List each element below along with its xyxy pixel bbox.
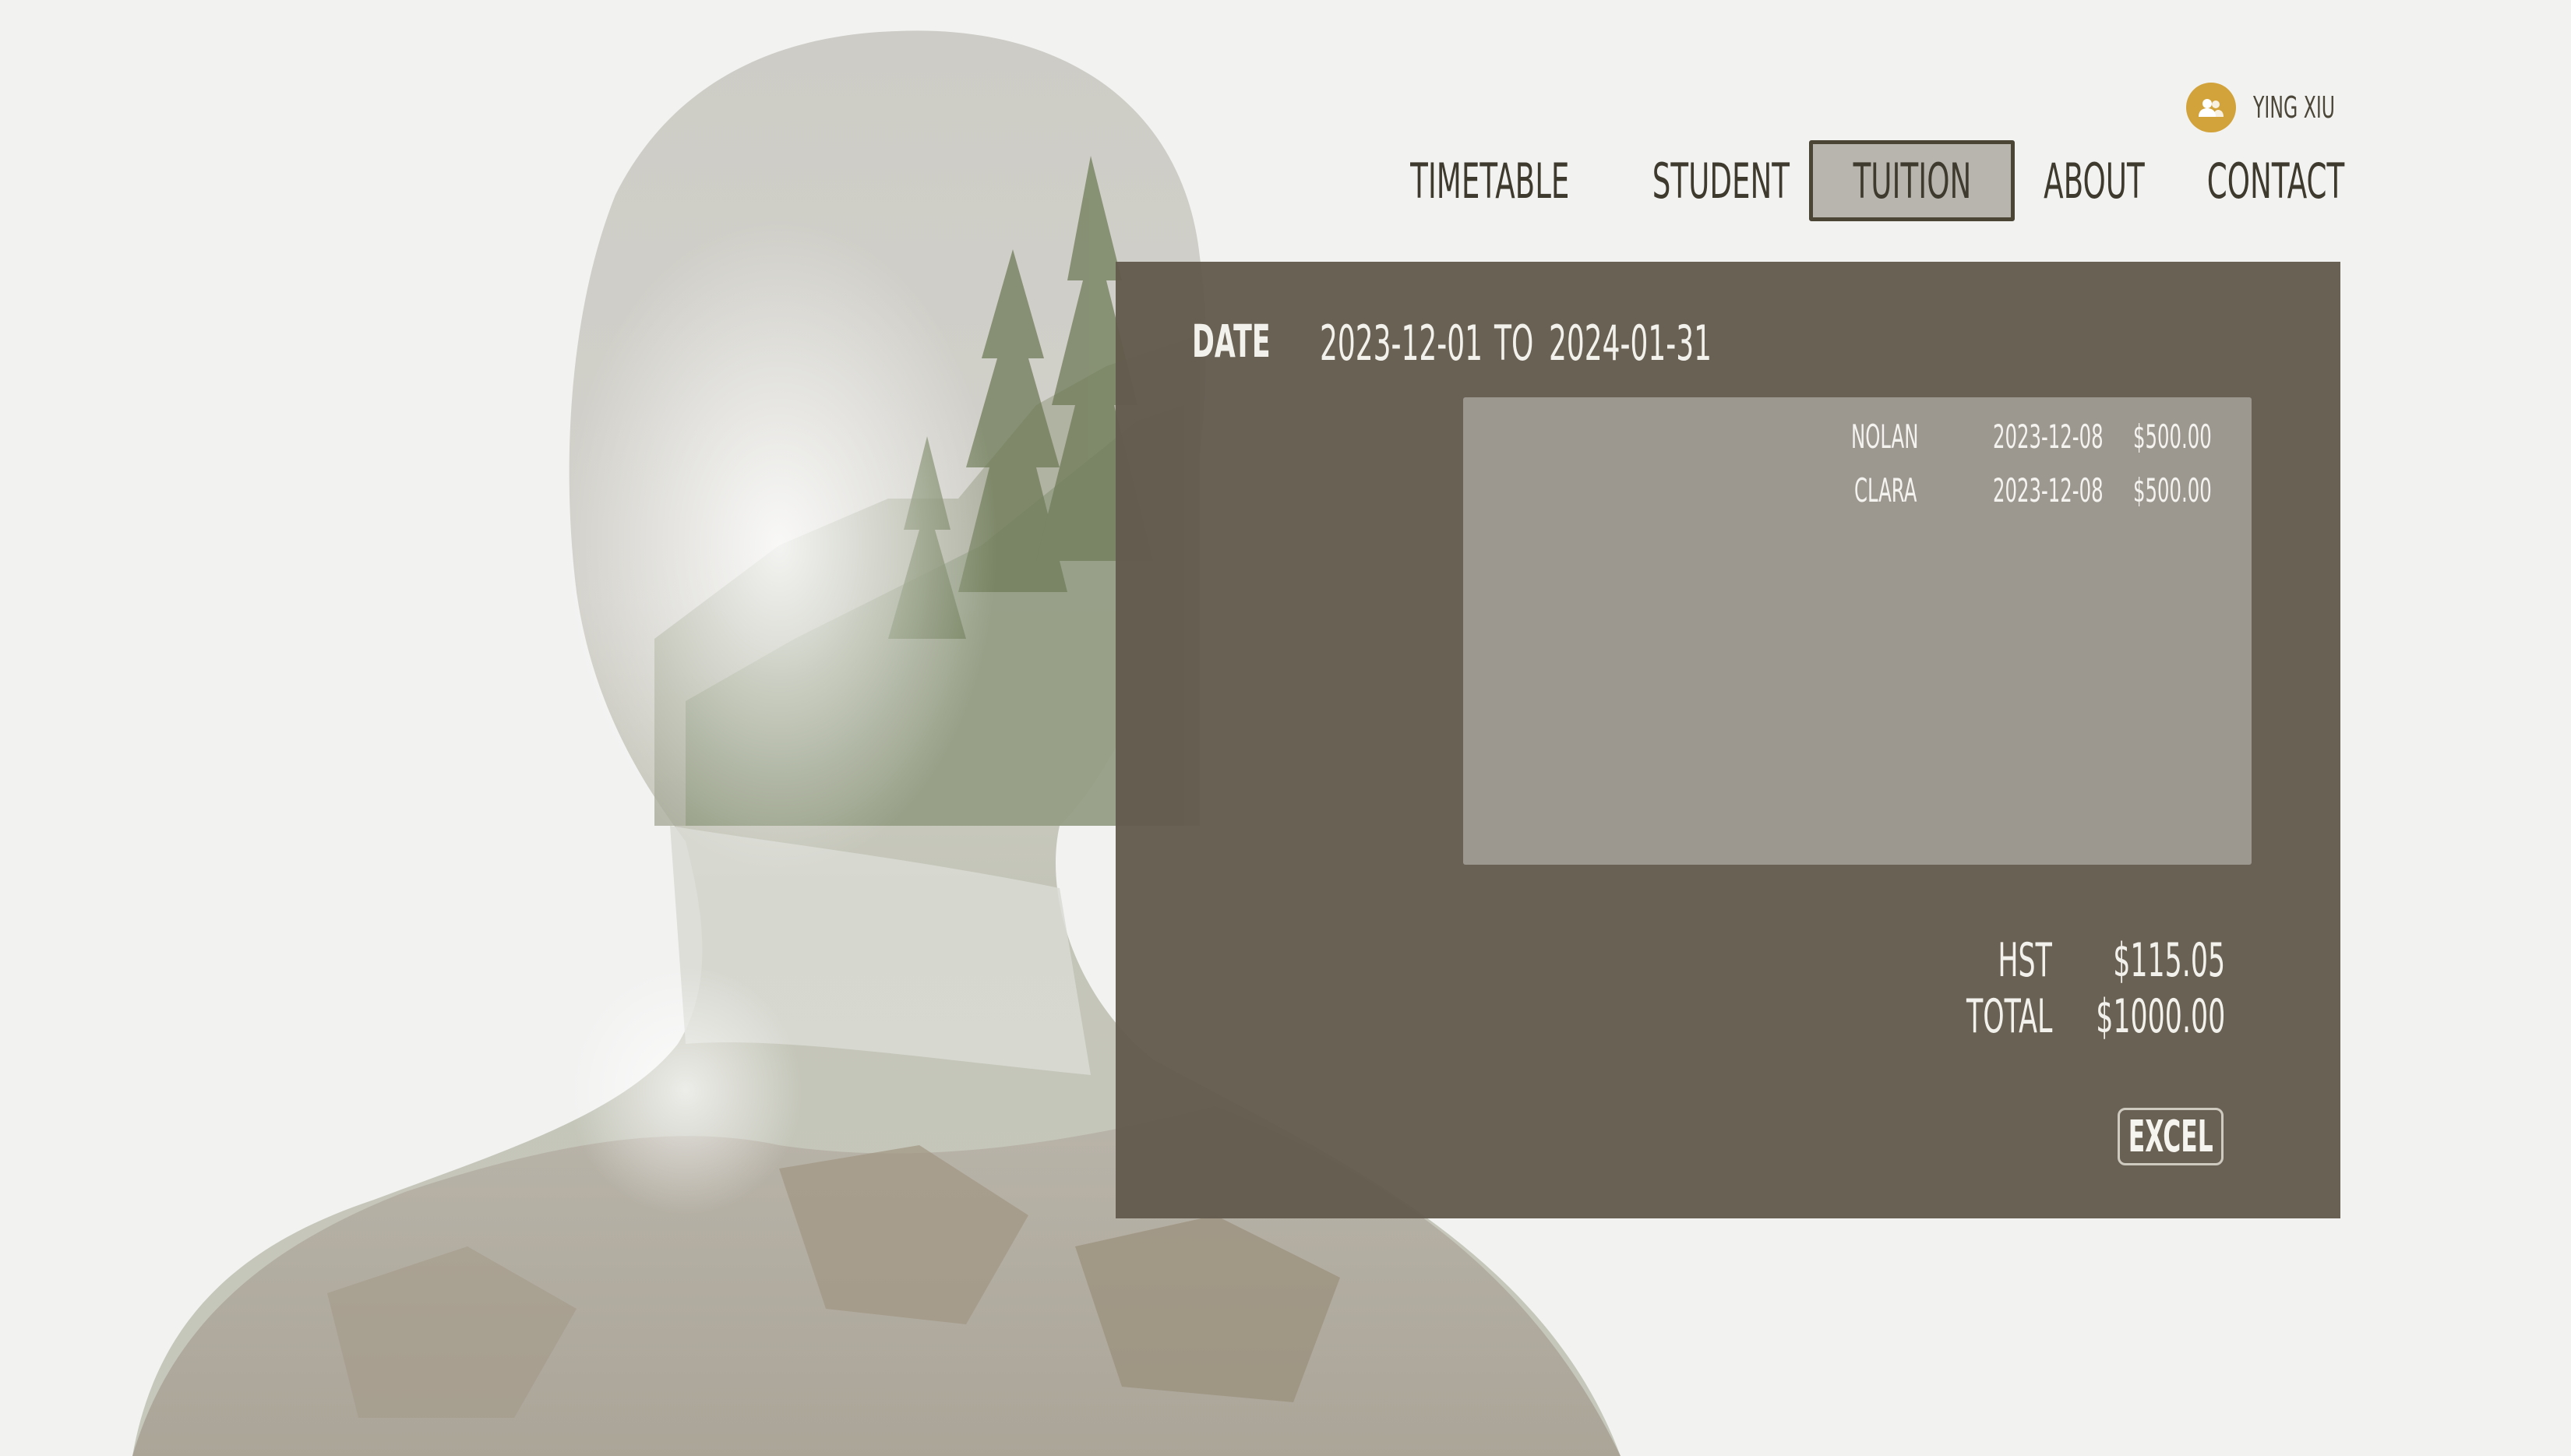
record-student: NOLAN [1851, 418, 1919, 456]
nav-item-timetable[interactable]: TIMETABLE [1390, 140, 1589, 221]
main-nav: TIMETABLE STUDENT TUITION ABOUT CONTACT [0, 140, 2571, 226]
record-student: CLARA [1854, 471, 1917, 509]
nav-label-about: ABOUT [2044, 152, 2145, 210]
date-label: DATE [1192, 315, 1271, 368]
nav-label-student: STUDENT [1652, 152, 1790, 210]
date-to[interactable]: 2024-01-31 [1549, 315, 1712, 372]
record-amount: $500.00 [2133, 418, 2212, 456]
users-icon [2186, 83, 2236, 132]
hst-value: $115.05 [2113, 933, 2225, 988]
nav-item-contact[interactable]: CONTACT [2203, 140, 2348, 221]
record-date: 2023-12-08 [1993, 471, 2104, 509]
nav-item-student[interactable]: STUDENT [1641, 140, 1801, 221]
hst-label: HST [1998, 933, 2052, 988]
tuition-panel: DATE 2023-12-01 TO 2024-01-31 NOLAN 2023… [1116, 262, 2340, 1218]
nav-label-contact: CONTACT [2206, 152, 2345, 210]
record-date: 2023-12-08 [1993, 418, 2104, 456]
nav-item-tuition[interactable]: TUITION [1809, 140, 2015, 221]
total-value: $1000.00 [2095, 989, 2225, 1044]
total-label: TOTAL [1966, 989, 2052, 1044]
list-item[interactable]: NOLAN 2023-12-08 $500.00 [1463, 418, 2252, 464]
nav-label-timetable: TIMETABLE [1409, 152, 1570, 210]
user-name: YING XIU [2253, 90, 2336, 125]
nav-item-about[interactable]: ABOUT [2035, 140, 2153, 221]
list-item[interactable]: CLARA 2023-12-08 $500.00 [1463, 471, 2252, 518]
date-from[interactable]: 2023-12-01 [1320, 315, 1483, 372]
date-range-separator: TO [1494, 315, 1534, 372]
user-badge[interactable]: YING XIU [2186, 81, 2385, 134]
export-excel-button[interactable]: EXCEL [2118, 1108, 2224, 1165]
tuition-records-list[interactable]: NOLAN 2023-12-08 $500.00 CLARA 2023-12-0… [1463, 397, 2252, 865]
record-amount: $500.00 [2133, 471, 2212, 509]
nav-label-tuition: TUITION [1853, 152, 1971, 210]
export-excel-label: EXCEL [2128, 1111, 2213, 1162]
